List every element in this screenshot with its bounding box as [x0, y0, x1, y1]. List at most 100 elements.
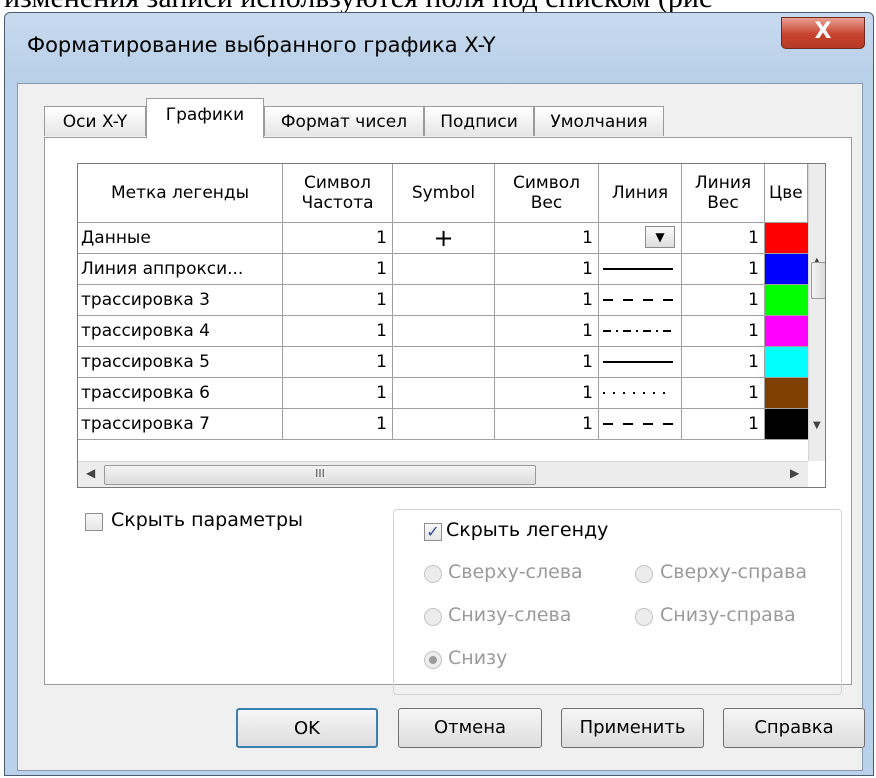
- cell-symbol-weight[interactable]: 1: [495, 316, 599, 347]
- radio-top-left-label[interactable]: Сверху-слева: [448, 561, 583, 583]
- title-bar: Форматирование выбранного графика X-Y X: [5, 13, 873, 83]
- cell-symbol-frequency[interactable]: 1: [283, 316, 393, 347]
- tab-number-format[interactable]: Формат чисел: [264, 106, 424, 136]
- radio-top-left[interactable]: [424, 565, 442, 583]
- scroll-left-icon[interactable]: ◀: [86, 466, 95, 480]
- radio-bottom-left[interactable]: [424, 608, 442, 626]
- help-button[interactable]: Справка: [723, 708, 865, 748]
- column-header-line[interactable]: Линия: [599, 164, 682, 223]
- legend-options-group: ✓ Скрыть легенду Сверху-слева Сверху-спр…: [393, 509, 842, 695]
- line-style-preview: [603, 268, 673, 270]
- line-style-preview: [603, 423, 673, 425]
- cell-symbol[interactable]: [393, 347, 495, 378]
- cell-symbol-weight[interactable]: 1: [495, 285, 599, 316]
- cancel-button[interactable]: Отмена: [398, 708, 542, 748]
- cell-symbol-frequency[interactable]: 1: [283, 254, 393, 285]
- cell-symbol-frequency[interactable]: 1: [283, 223, 393, 254]
- cell-legend-label[interactable]: трассировка 7: [78, 409, 283, 440]
- cell-line-style[interactable]: [599, 254, 682, 285]
- column-header-symbol-frequency[interactable]: Символ Частота: [283, 164, 393, 223]
- column-header-line-weight[interactable]: Линия Вес: [682, 164, 765, 223]
- cell-legend-label[interactable]: Линия аппрокси...: [78, 254, 283, 285]
- cell-line-style[interactable]: [599, 378, 682, 409]
- line-style-preview: [603, 392, 673, 394]
- apply-button[interactable]: Применить: [561, 708, 704, 748]
- cell-line-style[interactable]: [599, 409, 682, 440]
- cell-symbol-weight[interactable]: 1: [495, 378, 599, 409]
- cell-symbol-weight[interactable]: 1: [495, 254, 599, 285]
- cell-symbol-weight[interactable]: 1: [495, 347, 599, 378]
- radio-top-right-label[interactable]: Сверху-справа: [660, 561, 807, 583]
- tab-graphs[interactable]: Графики: [146, 98, 264, 138]
- cell-symbol[interactable]: [393, 254, 495, 285]
- cell-symbol-frequency[interactable]: 1: [283, 409, 393, 440]
- cell-line-style[interactable]: [599, 285, 682, 316]
- trace-format-grid: Метка легенды Символ Частота Symbol Симв…: [77, 163, 826, 488]
- cell-line-weight[interactable]: 1: [682, 409, 765, 440]
- line-style-preview: [603, 330, 673, 332]
- cell-legend-label[interactable]: трассировка 5: [78, 347, 283, 378]
- cell-symbol-frequency[interactable]: 1: [283, 347, 393, 378]
- column-header-symbol[interactable]: Symbol: [393, 164, 495, 223]
- cell-symbol-frequency[interactable]: 1: [283, 285, 393, 316]
- line-style-preview: [603, 299, 673, 301]
- cell-symbol[interactable]: [393, 285, 495, 316]
- cell-symbol[interactable]: [393, 378, 495, 409]
- cell-color[interactable]: [765, 347, 808, 378]
- hide-legend-checkbox[interactable]: ✓: [424, 523, 442, 541]
- cell-legend-label[interactable]: трассировка 6: [78, 378, 283, 409]
- cell-line-weight[interactable]: 1: [682, 316, 765, 347]
- cell-line-weight[interactable]: 1: [682, 285, 765, 316]
- cell-color[interactable]: [765, 316, 808, 347]
- cell-line-weight[interactable]: 1: [682, 378, 765, 409]
- cell-color[interactable]: [765, 378, 808, 409]
- column-header-legend-label[interactable]: Метка легенды: [78, 164, 283, 223]
- line-style-preview: [603, 361, 673, 363]
- tab-axes-xy[interactable]: Оси X-Y: [44, 106, 146, 136]
- cell-symbol[interactable]: +: [393, 223, 495, 254]
- cell-legend-label[interactable]: трассировка 3: [78, 285, 283, 316]
- hide-params-checkbox[interactable]: [85, 513, 103, 531]
- cell-symbol[interactable]: [393, 316, 495, 347]
- cell-color[interactable]: [765, 409, 808, 440]
- cell-line-style[interactable]: [599, 347, 682, 378]
- cell-color[interactable]: [765, 285, 808, 316]
- vertical-scroll-thumb[interactable]: [811, 262, 825, 299]
- column-header-color[interactable]: Цве: [765, 164, 808, 223]
- horizontal-scroll-thumb[interactable]: III: [104, 465, 536, 485]
- dialog-title: Форматирование выбранного графика X-Y: [27, 33, 496, 57]
- hide-legend-label[interactable]: Скрыть легенду: [446, 519, 608, 541]
- tab-labels[interactable]: Подписи: [424, 106, 534, 136]
- radio-bottom-label[interactable]: Снизу: [448, 647, 507, 669]
- cell-legend-label[interactable]: трассировка 4: [78, 316, 283, 347]
- cell-line-weight[interactable]: 1: [682, 223, 765, 254]
- tab-defaults[interactable]: Умолчания: [534, 106, 664, 136]
- cell-line-weight[interactable]: 1: [682, 347, 765, 378]
- cell-symbol-frequency[interactable]: 1: [283, 378, 393, 409]
- cell-color[interactable]: [765, 223, 808, 254]
- radio-bottom-right[interactable]: [635, 608, 653, 626]
- radio-bottom[interactable]: [424, 651, 442, 669]
- close-button[interactable]: X: [781, 17, 865, 49]
- cell-line-style[interactable]: [599, 316, 682, 347]
- radio-top-right[interactable]: [635, 565, 653, 583]
- cell-symbol[interactable]: [393, 409, 495, 440]
- grid-horizontal-scrollbar[interactable]: ◀ III ▶: [78, 461, 808, 487]
- cell-legend-label[interactable]: Данные: [78, 223, 283, 254]
- chevron-down-icon[interactable]: ▼: [645, 226, 675, 248]
- hide-params-label[interactable]: Скрыть параметры: [111, 509, 303, 531]
- cell-line-style[interactable]: ▼: [599, 223, 682, 254]
- radio-bottom-left-label[interactable]: Снизу-слева: [448, 604, 571, 626]
- grid-vertical-scrollbar[interactable]: ▲ ▼: [808, 164, 825, 461]
- cell-line-weight[interactable]: 1: [682, 254, 765, 285]
- scroll-down-icon[interactable]: ▼: [813, 420, 821, 431]
- radio-bottom-right-label[interactable]: Снизу-справа: [660, 604, 796, 626]
- ok-button[interactable]: OK: [236, 708, 378, 748]
- cell-symbol-weight[interactable]: 1: [495, 409, 599, 440]
- scroll-right-icon[interactable]: ▶: [790, 466, 799, 480]
- cell-color[interactable]: [765, 254, 808, 285]
- column-header-symbol-weight[interactable]: Символ Вес: [495, 164, 599, 223]
- cell-symbol-weight[interactable]: 1: [495, 223, 599, 254]
- dialog-window: Форматирование выбранного графика X-Y X …: [4, 12, 874, 776]
- dialog-client-area: Оси X-Y Графики Формат чисел Подписи Умо…: [17, 83, 865, 771]
